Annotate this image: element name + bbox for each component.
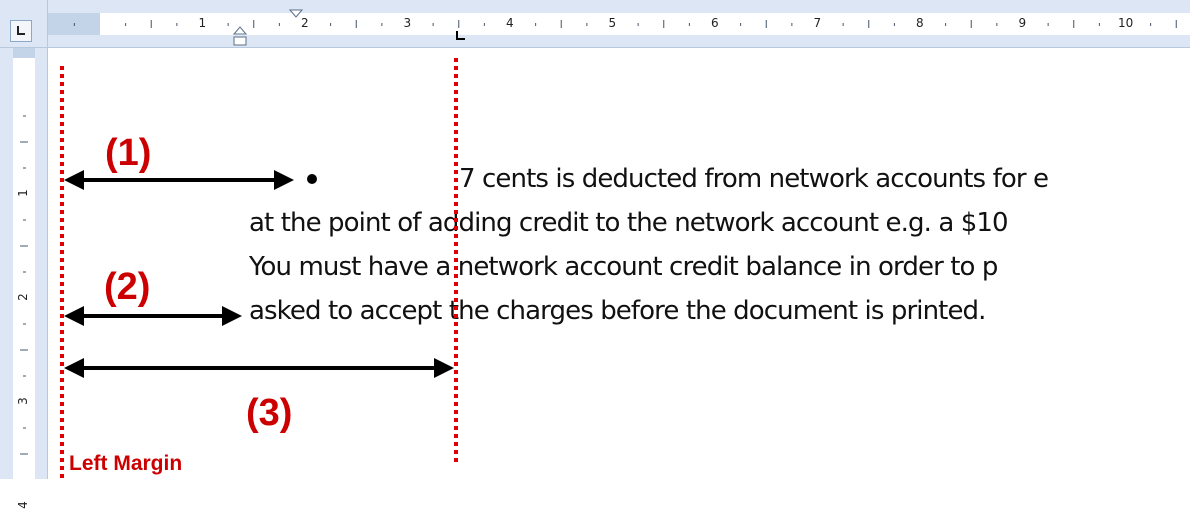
annotation-label-1: (1) [105,132,152,174]
annotation-overlay [60,58,458,479]
annotation-label-3: (3) [246,392,293,434]
left-margin-label: Left Margin [69,452,183,475]
ruler-number: 4 [15,501,30,509]
annotation-label-2: (2) [104,266,151,308]
